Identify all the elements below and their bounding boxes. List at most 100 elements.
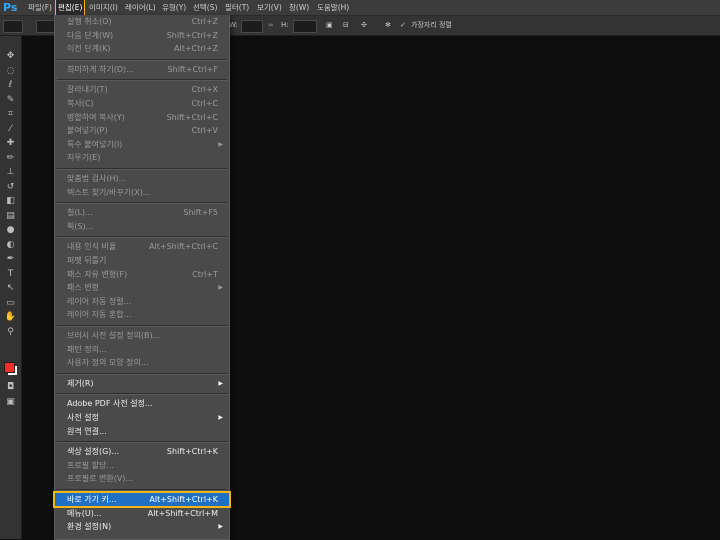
screen-mode-icon[interactable]: ▣ xyxy=(3,396,18,408)
menu-separator xyxy=(57,372,227,375)
menu-0[interactable]: 파일(F) xyxy=(28,0,52,15)
keyboard-shortcuts-item[interactable]: 바로 가기 키... Alt+Shift+Ctrl+K xyxy=(53,491,231,508)
menu-5[interactable]: 선택(S) xyxy=(193,0,217,15)
menu-item-label: 획(S)... xyxy=(67,221,94,231)
edit-menu-item-28[interactable]: 사용자 정의 모양 정의... xyxy=(55,356,229,369)
clone-stamp-icon[interactable]: ⊥ xyxy=(3,166,18,178)
path-select-icon[interactable]: ↖ xyxy=(3,282,18,294)
menu-item-label: 칠(L)... xyxy=(67,208,93,218)
gear-icon[interactable]: ✻ xyxy=(385,20,391,31)
path-arrange-icon[interactable]: ✣ xyxy=(361,20,367,31)
edit-menu-item-21[interactable]: 패스 자유 변형(F) Ctrl+T xyxy=(55,268,229,281)
edit-menu-item-16[interactable]: 칠(L)... Shift+F5 xyxy=(55,206,229,219)
healing-brush-icon[interactable]: ✚ xyxy=(3,137,18,149)
edit-menu-item-38[interactable]: 프로필로 변환(V)... xyxy=(55,472,229,485)
edit-menu-item-32[interactable]: Adobe PDF 사전 설정... xyxy=(55,397,229,410)
menu-item-label: 지우기(E) xyxy=(67,153,101,163)
option-dropdown[interactable] xyxy=(36,20,56,33)
tool-preset-picker[interactable] xyxy=(3,20,23,33)
edit-menu-item-20[interactable]: 퍼펫 뒤틀기 xyxy=(55,254,229,267)
link-icon[interactable]: ∞ xyxy=(268,20,274,31)
menu-item-label: 잘라내기(T) xyxy=(67,85,108,95)
lasso-tool-icon[interactable]: ℓ xyxy=(3,79,18,91)
edit-menu-item-30[interactable]: 제거(R) ▶ xyxy=(55,377,229,390)
menu-item-shortcut: Alt+Shift+Ctrl+K xyxy=(149,495,218,504)
edit-menu-item-27[interactable]: 패턴 정의... xyxy=(55,343,229,356)
eraser-icon[interactable]: ◧ xyxy=(3,195,18,207)
edit-menu-item-4[interactable]: 희미하게 하기(D)... Shift+Ctrl+F xyxy=(55,63,229,76)
menu-item-label: 원격 연결... xyxy=(67,426,107,436)
menu-separator xyxy=(57,236,227,239)
edit-menu-item-23[interactable]: 레이어 자동 정렬... xyxy=(55,295,229,308)
edit-menu-item-37[interactable]: 프로필 할당... xyxy=(55,459,229,472)
checkbox-icon[interactable]: ✓ xyxy=(400,20,406,31)
menu-item-label: 텍스트 찾기/바꾸기(X)... xyxy=(67,187,151,197)
edit-menu-item-41[interactable]: 메뉴(U)... Alt+Shift+Ctrl+M xyxy=(55,507,229,520)
pen-tool-icon[interactable]: ✒ xyxy=(3,253,18,265)
edit-menu-item-33[interactable]: 사전 설정 ▶ xyxy=(55,411,229,424)
edit-menu-item-26[interactable]: 브러시 사전 설정 정의(B)... xyxy=(55,329,229,342)
menu-separator xyxy=(57,168,227,170)
menu-item-label: 사전 설정 xyxy=(67,413,99,422)
menu-7[interactable]: 보기(V) xyxy=(257,0,282,15)
eyedropper-icon[interactable]: ⁄ xyxy=(3,123,18,135)
quick-select-icon[interactable]: ✎ xyxy=(3,94,18,106)
menu-9[interactable]: 도움말(H) xyxy=(317,0,349,15)
edit-menu-item-11[interactable]: 지우기(E) xyxy=(55,151,229,164)
foreground-color-swatch[interactable] xyxy=(4,362,15,373)
edit-menu-item-9[interactable]: 붙여넣기(P) Ctrl+V xyxy=(55,124,229,137)
menu-item-shortcut: Shift+Ctrl+F xyxy=(167,64,218,74)
quick-mask-icon[interactable]: ◘ xyxy=(3,381,18,393)
submenu-arrow-icon: ▶ xyxy=(218,284,223,292)
menu-item-label: 다음 단계(W) xyxy=(67,30,114,40)
move-tool-icon[interactable]: ✥ xyxy=(3,50,18,62)
edit-menu-item-14[interactable]: 텍스트 찾기/바꾸기(X)... xyxy=(55,186,229,199)
edit-menu-item-34[interactable]: 원격 연결... xyxy=(55,425,229,438)
edit-menu-item-2[interactable]: 이전 단계(K) Alt+Ctrl+Z xyxy=(55,42,229,55)
zoom-tool-icon[interactable]: ⚲ xyxy=(3,326,18,338)
width-field[interactable] xyxy=(241,20,263,33)
shape-tool-icon[interactable]: ▭ xyxy=(3,297,18,309)
hand-tool-icon[interactable]: ✋ xyxy=(3,311,18,323)
edit-menu-item-6[interactable]: 잘라내기(T) Ctrl+X xyxy=(55,83,229,96)
path-ops-icon[interactable]: ▣ xyxy=(326,20,333,31)
type-tool-icon[interactable]: T xyxy=(3,268,18,280)
dodge-tool-icon[interactable]: ◐ xyxy=(3,239,18,251)
menu-1[interactable]: 편집(E) xyxy=(54,0,86,16)
menu-item-shortcut: Ctrl+T xyxy=(192,269,218,279)
blur-tool-icon[interactable]: ● xyxy=(3,224,18,236)
menu-8[interactable]: 창(W) xyxy=(289,0,309,15)
edit-menu-item-17[interactable]: 획(S)... xyxy=(55,220,229,233)
menu-item-shortcut: Shift+Ctrl+C xyxy=(166,112,218,122)
menu-item-shortcut: Ctrl+C xyxy=(191,99,218,108)
edit-menu-item-0[interactable]: 실행 취소(O) Ctrl+Z xyxy=(55,15,229,28)
path-align-icon[interactable]: ⊟ xyxy=(343,20,349,31)
menu-separator xyxy=(57,58,227,61)
edit-menu-item-7[interactable]: 복사(C) Ctrl+C xyxy=(55,97,229,110)
edit-menu-item-42[interactable]: 환경 설정(N) ▶ xyxy=(55,520,229,533)
menu-6[interactable]: 필터(T) xyxy=(225,0,249,15)
crop-tool-icon[interactable]: ⌗ xyxy=(3,108,18,120)
menu-4[interactable]: 유형(Y) xyxy=(162,0,186,15)
edit-menu-item-13[interactable]: 맞춤법 검사(H)... xyxy=(55,172,229,185)
menu-separator xyxy=(57,325,227,327)
marquee-tool-icon[interactable]: ◌ xyxy=(3,65,18,77)
menu-3[interactable]: 레이어(L) xyxy=(125,0,156,15)
menu-item-label: 이전 단계(K) xyxy=(67,44,111,54)
menu-item-label: 퍼펫 뒤틀기 xyxy=(67,256,107,265)
edit-menu-item-24[interactable]: 레이어 자동 혼합... xyxy=(55,308,229,321)
height-field[interactable] xyxy=(293,20,317,33)
gradient-icon[interactable]: ▤ xyxy=(3,210,18,222)
edit-menu-item-36[interactable]: 색상 설정(G)... Shift+Ctrl+K xyxy=(55,445,229,458)
brush-tool-icon[interactable]: ✏ xyxy=(3,152,18,164)
history-brush-icon[interactable]: ↺ xyxy=(3,181,18,193)
edit-menu-item-22[interactable]: 패스 변형 ▶ xyxy=(55,281,229,294)
edit-menu-item-19[interactable]: 내용 인식 비율 Alt+Shift+Ctrl+C xyxy=(55,240,229,253)
menu-item-shortcut: Ctrl+Z xyxy=(191,17,218,26)
edit-menu-item-8[interactable]: 병합하여 복사(Y) Shift+Ctrl+C xyxy=(55,111,229,124)
edit-menu-item-1[interactable]: 다음 단계(W) Shift+Ctrl+Z xyxy=(55,29,229,42)
menu-bar: Ps 파일(F) 편집(E) 이미지(I) 레이어(L) 유형(Y) 선택(S) 필터(T)… xyxy=(0,0,720,16)
menu-2[interactable]: 이미지(I) xyxy=(89,0,118,15)
menu-item-label: 복사(C) xyxy=(67,99,94,108)
edit-menu-item-10[interactable]: 특수 붙여넣기(I) ▶ xyxy=(55,138,229,151)
